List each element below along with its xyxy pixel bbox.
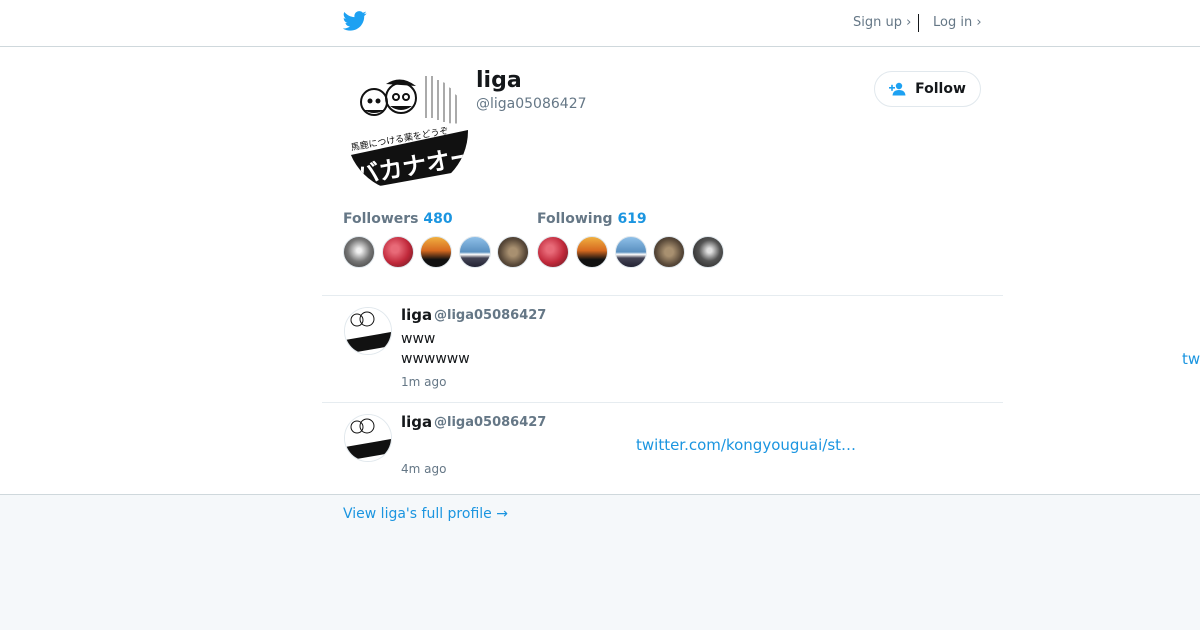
add-user-icon — [889, 82, 906, 96]
tweet-divider — [322, 402, 1003, 403]
tweet-link[interactable]: twitter.com/kongyouguai/st… — [636, 436, 856, 454]
profile-handle: @liga05086427 — [476, 96, 587, 112]
tweet-avatar[interactable] — [344, 414, 392, 462]
tweet-timestamp[interactable]: 4m ago — [401, 462, 446, 476]
tweet-avatar-illustration — [345, 308, 391, 354]
profile-card — [0, 47, 1200, 495]
following-avatar[interactable] — [537, 236, 569, 268]
tweet-author-name[interactable]: liga — [401, 413, 432, 431]
follower-avatar[interactable] — [343, 236, 375, 268]
log-in-link[interactable]: Log in › — [933, 15, 982, 30]
followers-label: Followers — [343, 211, 419, 227]
tweet-divider — [322, 295, 1003, 296]
tweet-timestamp[interactable]: 1m ago — [401, 375, 446, 389]
tweet-text-line: wwwwww — [401, 351, 470, 367]
follower-avatar[interactable] — [382, 236, 414, 268]
following-avatar[interactable] — [615, 236, 647, 268]
followers-stat[interactable]: Followers 480 — [343, 211, 453, 227]
follower-avatar[interactable] — [459, 236, 491, 268]
follower-avatar[interactable] — [497, 236, 529, 268]
following-avatar[interactable] — [653, 236, 685, 268]
twitter-bird-icon[interactable] — [343, 11, 367, 31]
header-divider — [918, 14, 919, 32]
following-stat[interactable]: Following 619 — [537, 211, 647, 227]
follow-button-label: Follow — [915, 81, 966, 97]
tweet-avatar-illustration — [345, 415, 391, 461]
following-avatar[interactable] — [692, 236, 724, 268]
following-count: 619 — [617, 211, 647, 227]
tweet-text-line: www — [401, 331, 436, 347]
view-full-profile-link[interactable]: View liga's full profile → — [343, 506, 508, 522]
tweet-text: www wwwwww — [401, 329, 470, 369]
top-bar: Sign up › Log in › — [0, 0, 1200, 47]
following-avatar[interactable] — [576, 236, 608, 268]
followers-count: 480 — [423, 211, 453, 227]
tweet-avatar[interactable] — [344, 307, 392, 355]
tweet-author-handle[interactable]: @liga05086427 — [434, 308, 546, 323]
follow-button[interactable]: Follow — [874, 71, 981, 107]
tweet-link[interactable]: tw — [1182, 350, 1200, 368]
tweet-author-handle[interactable]: @liga05086427 — [434, 415, 546, 430]
profile-avatar[interactable]: 馬鹿につける薬をどうぞ バカナオー — [346, 70, 468, 192]
sign-up-link[interactable]: Sign up › — [853, 15, 911, 30]
tweet-author-name[interactable]: liga — [401, 306, 432, 324]
following-label: Following — [537, 211, 613, 227]
profile-name: liga — [476, 68, 522, 93]
follower-avatar[interactable] — [420, 236, 452, 268]
